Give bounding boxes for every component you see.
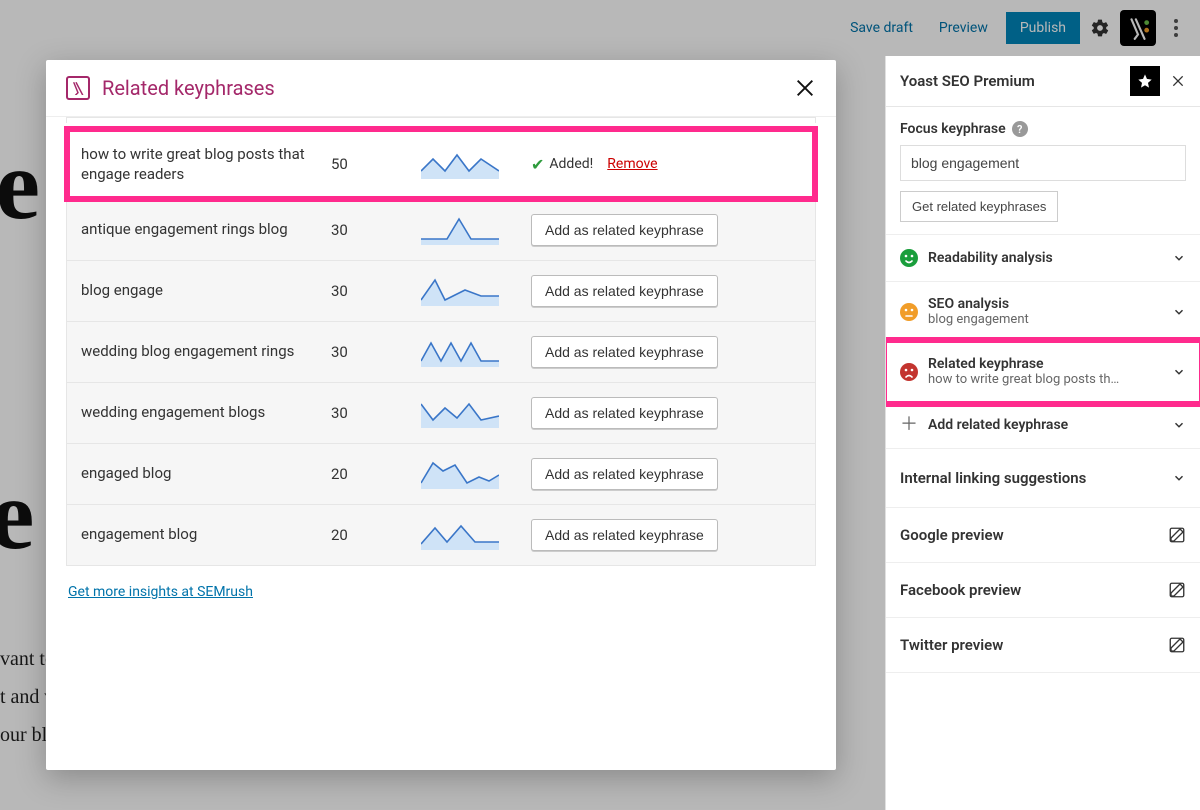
keyphrase-row: blog engage 30 Add as related keyphrase xyxy=(67,260,815,321)
keyphrase-action: ✔Added! Remove xyxy=(531,155,801,174)
keyphrase-text: wedding blog engagement rings xyxy=(81,341,331,361)
keyphrase-row: wedding blog engagement rings 30 Add as … xyxy=(67,321,815,382)
keyphrase-text: blog engage xyxy=(81,280,331,300)
focus-keyphrase-label-text: Focus keyphrase xyxy=(900,121,1006,137)
preview-row[interactable]: Facebook preview xyxy=(886,563,1200,618)
keyphrase-action: Add as related keyphrase xyxy=(531,458,801,490)
check-icon: ✔ xyxy=(531,155,544,174)
keyphrase-trend-sparkline xyxy=(421,398,531,428)
chevron-down-icon xyxy=(1172,251,1186,265)
close-modal-icon[interactable] xyxy=(794,77,816,99)
premium-star-icon[interactable] xyxy=(1130,66,1160,96)
add-related-keyphrase-button[interactable]: Add as related keyphrase xyxy=(531,519,718,551)
keyphrase-volume: 30 xyxy=(331,282,421,300)
semrush-insights-link[interactable]: Get more insights at SEMrush xyxy=(66,566,255,616)
score-face-icon xyxy=(900,363,918,381)
focus-keyphrase-block: Focus keyphrase ? Get related keyphrases xyxy=(886,107,1200,235)
add-related-keyphrase-button[interactable]: Add as related keyphrase xyxy=(531,275,718,307)
score-face-icon xyxy=(900,249,918,267)
help-icon[interactable]: ? xyxy=(1012,121,1028,137)
focus-keyphrase-input[interactable] xyxy=(900,145,1186,181)
keyphrase-trend-sparkline xyxy=(421,520,531,550)
keyphrase-trend-sparkline xyxy=(421,215,531,245)
keyphrase-text: wedding engagement blogs xyxy=(81,402,331,422)
sidebar-title: Yoast SEO Premium xyxy=(900,72,1130,90)
accordion-label: Readability analysis xyxy=(928,250,1162,266)
score-face-icon xyxy=(900,303,918,321)
keyphrase-row: how to write great blog posts that engag… xyxy=(67,129,815,199)
preview-label: Facebook preview xyxy=(900,581,1168,599)
remove-keyphrase-link[interactable]: Remove xyxy=(607,156,657,172)
preview-label: Twitter preview xyxy=(900,636,1168,654)
plus-icon: ＋ xyxy=(900,416,918,434)
keyphrase-row: antique engagement rings blog 30 Add as … xyxy=(67,199,815,260)
keyphrase-text: antique engagement rings blog xyxy=(81,219,331,239)
preview-label: Google preview xyxy=(900,526,1168,544)
add-related-keyphrase-button[interactable]: Add as related keyphrase xyxy=(531,214,718,246)
related-keyphrases-modal: Related keyphrases how to write great bl… xyxy=(46,60,836,770)
modal-title: Related keyphrases xyxy=(102,76,794,100)
accordion-label: SEO analysis xyxy=(928,296,1162,312)
sidebar-item-seo[interactable]: SEO analysis blog engagement xyxy=(886,282,1200,342)
add-related-keyphrase-button[interactable]: Add as related keyphrase xyxy=(531,458,718,490)
keyphrase-action: Add as related keyphrase xyxy=(531,275,801,307)
keyphrase-row: engagement blog 20 Add as related keyphr… xyxy=(67,504,815,565)
yoast-logo-icon xyxy=(66,76,90,100)
keyphrase-text: how to write great blog posts that engag… xyxy=(81,144,331,185)
internal-linking-toggle[interactable]: Internal linking suggestions xyxy=(886,449,1200,508)
preview-row[interactable]: Google preview xyxy=(886,508,1200,563)
keyphrase-action: Add as related keyphrase xyxy=(531,214,801,246)
accordion-label: Related keyphrase xyxy=(928,356,1162,372)
add-related-keyphrase-button[interactable]: Add as related keyphrase xyxy=(531,397,718,429)
keyphrase-volume: 50 xyxy=(331,155,421,173)
keyphrase-row: engaged blog 20 Add as related keyphrase xyxy=(67,443,815,504)
keyphrase-action: Add as related keyphrase xyxy=(531,519,801,551)
accordion-sublabel: how to write great blog posts th… xyxy=(928,372,1162,387)
keyphrase-table: how to write great blog posts that engag… xyxy=(66,129,816,566)
chevron-down-icon xyxy=(1172,471,1186,485)
added-indicator: ✔Added! xyxy=(531,155,593,174)
add-related-keyphrase-button[interactable]: Add as related keyphrase xyxy=(531,336,718,368)
chevron-down-icon xyxy=(1172,365,1186,379)
close-sidebar-icon[interactable] xyxy=(1170,73,1186,89)
sidebar-item-add-related[interactable]: ＋ Add related keyphrase xyxy=(886,402,1200,449)
chevron-down-icon xyxy=(1172,418,1186,432)
modal-header: Related keyphrases xyxy=(46,60,836,117)
modal-body: how to write great blog posts that engag… xyxy=(46,117,836,770)
keyphrase-trend-sparkline xyxy=(421,276,531,306)
keyphrase-text: engagement blog xyxy=(81,524,331,544)
edit-pencil-icon xyxy=(1168,636,1186,654)
keyphrase-volume: 30 xyxy=(331,343,421,361)
edit-pencil-icon xyxy=(1168,526,1186,544)
internal-linking-label: Internal linking suggestions xyxy=(900,469,1172,487)
keyphrase-volume: 30 xyxy=(331,221,421,239)
sidebar-item-readability[interactable]: Readability analysis xyxy=(886,235,1200,282)
accordion-sublabel: blog engagement xyxy=(928,312,1162,327)
chevron-down-icon xyxy=(1172,305,1186,319)
get-related-keyphrases-button[interactable]: Get related keyphrases xyxy=(900,191,1058,222)
keyphrase-text: engaged blog xyxy=(81,463,331,483)
accordion-label: Add related keyphrase xyxy=(928,417,1162,433)
keyphrase-trend-sparkline xyxy=(421,459,531,489)
keyphrase-row: wedding engagement blogs 30 Add as relat… xyxy=(67,382,815,443)
keyphrase-action: Add as related keyphrase xyxy=(531,397,801,429)
keyphrase-volume: 20 xyxy=(331,465,421,483)
sidebar-header: Yoast SEO Premium xyxy=(886,56,1200,107)
keyphrase-volume: 20 xyxy=(331,526,421,544)
edit-pencil-icon xyxy=(1168,581,1186,599)
preview-row[interactable]: Twitter preview xyxy=(886,618,1200,673)
keyphrase-action: Add as related keyphrase xyxy=(531,336,801,368)
keyphrase-trend-sparkline xyxy=(421,149,531,179)
yoast-sidebar: Yoast SEO Premium Focus keyphrase ? Get … xyxy=(885,56,1200,810)
focus-keyphrase-label: Focus keyphrase ? xyxy=(900,121,1186,137)
sidebar-item-related[interactable]: Related keyphrase how to write great blo… xyxy=(886,342,1200,402)
keyphrase-trend-sparkline xyxy=(421,337,531,367)
keyphrase-volume: 30 xyxy=(331,404,421,422)
